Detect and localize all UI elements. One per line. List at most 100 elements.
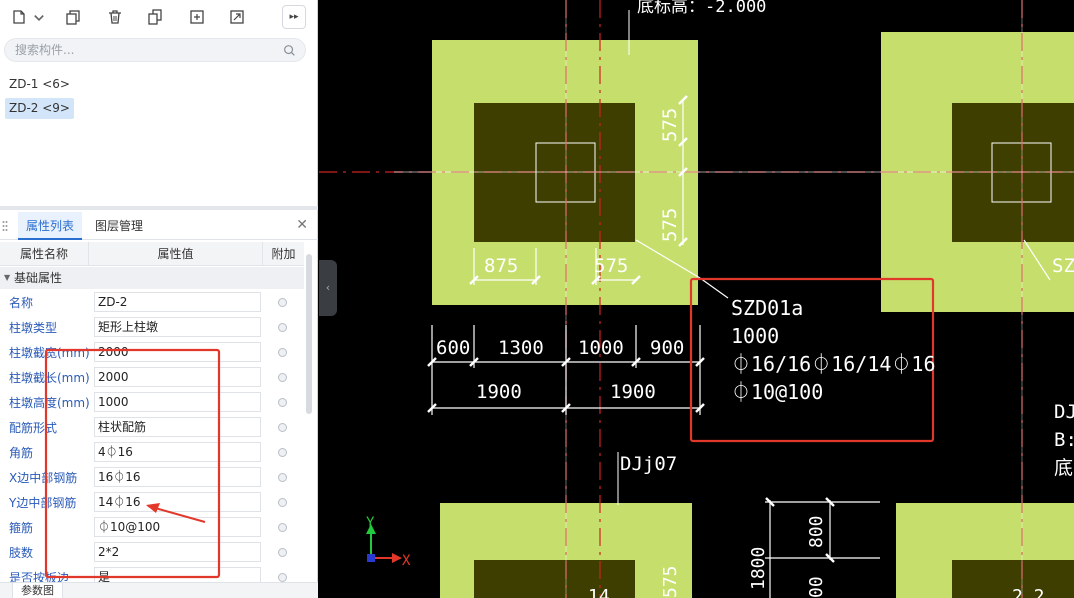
dim-575-vertical-2: 575 [659,208,681,242]
collapse-caret-icon[interactable]: ▼ [4,267,10,289]
property-row[interactable]: 角筋 4⏀16 [0,440,304,465]
property-value-field[interactable]: 2*2 [94,542,261,562]
right-label-1: DJ [1054,401,1074,423]
property-value-field[interactable]: 2000 [94,342,261,362]
property-row[interactable]: X边中部钢筋 16⏀16 [0,465,304,490]
property-tabs: 属性列表 图层管理 ✕ [0,212,318,240]
djj07-label: DJj07 [620,453,677,475]
extra-radio[interactable] [278,373,287,382]
component-item-zd1[interactable]: ZD-1 <6> [5,74,74,95]
header-name: 属性名称 [0,242,89,266]
more-button[interactable]: ▸▸ [282,5,306,29]
copy-to-floor-icon[interactable] [184,5,210,29]
tab-property-list[interactable]: 属性列表 [18,212,83,240]
scrollbar[interactable] [306,254,312,414]
column-pier[interactable] [474,560,635,598]
dim-1800: 1800 [748,547,769,590]
callout-line-2: 1000 [731,324,779,348]
axis-y-label: Y [366,515,375,531]
extra-radio[interactable] [278,298,287,307]
property-row[interactable]: Y边中部钢筋 14⏀16 [0,490,304,515]
dim-875: 875 [484,255,518,277]
panel-divider[interactable] [0,206,318,210]
callout-line-1: SZD01a [731,296,803,320]
property-group[interactable]: ▼ 基础属性 [0,267,304,289]
callout-line-4: ⏀10@100 [731,380,823,404]
extra-radio[interactable] [278,423,287,432]
callout-line-3: ⏀16/16⏀16/14⏀16 [731,352,936,376]
search-icon[interactable] [283,44,296,57]
property-value-field[interactable]: 2000 [94,367,261,387]
copy-from-floor-icon[interactable] [224,5,250,29]
tab-layer-manager[interactable]: 图层管理 [87,212,151,240]
axis-x-label: X [402,553,411,569]
dim-900: 900 [650,337,684,359]
property-name: 柱墩类型 [9,321,58,335]
chevron-left-icon[interactable]: ‹ [326,281,330,294]
dim-575-horizontal: 575 [594,255,628,277]
component-item-zd2[interactable]: ZD-2 <9> [5,98,74,119]
property-name: 角筋 [9,446,34,460]
dim-800: 800 [806,515,827,548]
extra-radio[interactable] [278,398,287,407]
property-row[interactable]: 配筋形式 柱状配筋 [0,415,304,440]
property-value-field[interactable]: ⏀10@100 [94,517,261,537]
property-name: 配筋形式 [9,421,58,435]
toolbar: ▸▸ [0,0,318,34]
bottom-label-14: 14 [588,586,610,598]
extra-radio[interactable] [278,323,287,332]
close-icon[interactable]: ✕ [296,217,308,233]
dim-575-bottom: 575 [660,565,681,598]
component-panel: ▸▸ ZD-1 <6> ZD-2 <9> 属性列表 图层管理 ✕ 属性名称 属性… [0,0,318,598]
dim-1000: 1000 [578,337,624,359]
right-sz-label: SZ [1052,255,1074,277]
header-value: 属性值 [89,242,263,266]
copy-icon[interactable] [60,5,86,29]
delete-icon[interactable] [102,5,128,29]
bottom-label-22: 2.2 [1012,586,1045,598]
property-value-field[interactable]: 16⏀16 [94,467,261,487]
property-name: 柱墩截宽(mm) [9,346,90,360]
dim-1900-left: 1900 [476,381,522,403]
extra-radio[interactable] [278,448,287,457]
extra-radio[interactable] [278,573,287,582]
extra-radio[interactable] [278,473,287,482]
drag-grip-icon[interactable] [2,220,8,232]
property-row[interactable]: 柱墩高度(mm) 1000 [0,390,304,415]
property-value-field[interactable]: 14⏀16 [94,492,261,512]
property-row[interactable]: 名称 ZD-2 [0,290,304,315]
duplicate-icon[interactable] [142,5,168,29]
collapse-panel-button[interactable]: ‹ [319,260,337,316]
drawing-canvas[interactable]: 底标高：-2.000 SZD01a 1000 ⏀16/16⏀16/14⏀16 ⏀… [319,0,1074,598]
right-label-2: B: [1054,429,1074,451]
dim-1300: 1300 [498,337,544,359]
dim-1900-right: 1900 [610,381,656,403]
property-value-field[interactable]: 矩形上柱墩 [94,317,261,337]
tab-param-diagram[interactable]: 参数图 [12,583,63,598]
search-input[interactable] [15,42,275,58]
chevron-down-icon[interactable] [32,5,46,29]
property-name: X边中部钢筋 [9,471,78,485]
property-row[interactable]: 柱墩类型 矩形上柱墩 [0,315,304,340]
dim-575-vertical-1: 575 [659,108,681,142]
new-component-icon[interactable] [6,5,32,29]
property-row[interactable]: 肢数 2*2 [0,540,304,565]
extra-radio[interactable] [278,523,287,532]
extra-radio[interactable] [278,498,287,507]
property-row[interactable]: 柱墩截长(mm) 2000 [0,365,304,390]
property-value-field[interactable]: 1000 [94,392,261,412]
group-label: 基础属性 [14,271,63,285]
property-row[interactable]: 箍筋 ⏀10@100 [0,515,304,540]
property-value-field[interactable]: ZD-2 [94,292,261,312]
property-name: 名称 [9,296,34,310]
property-value-field[interactable]: 4⏀16 [94,442,261,462]
property-name: Y边中部钢筋 [9,496,77,510]
extra-radio[interactable] [278,348,287,357]
property-value-field[interactable]: 柱状配筋 [94,417,261,437]
top-elevation-label: 底标高：-2.000 [637,0,766,17]
property-table-header: 属性名称 属性值 附加 [0,242,304,266]
property-name: 柱墩截长(mm) [9,371,90,385]
property-name: 柱墩高度(mm) [9,396,90,410]
property-row[interactable]: 柱墩截宽(mm) 2000 [0,340,304,365]
extra-radio[interactable] [278,548,287,557]
